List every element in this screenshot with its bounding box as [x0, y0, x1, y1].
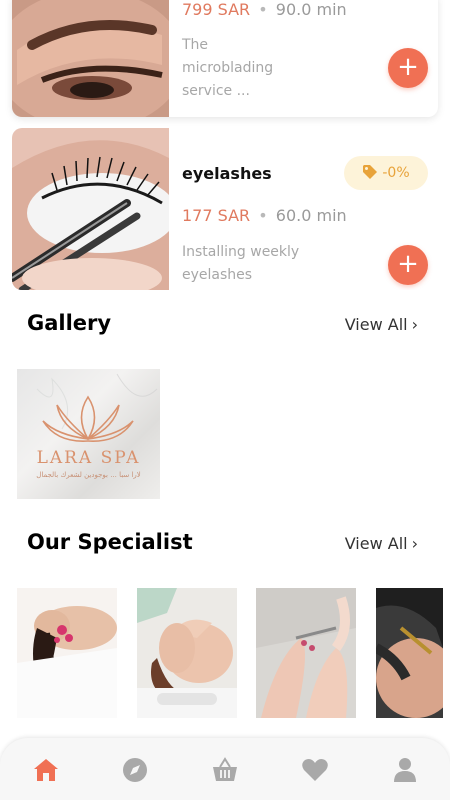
- view-all-label: View All: [344, 315, 408, 334]
- gallery-logo-text: LARA SPA: [36, 448, 141, 468]
- service-image-microblading: [12, 0, 169, 117]
- service-card-eyelashes[interactable]: eyelashes -0% 177 SAR • 60.0 min Install…: [12, 128, 438, 290]
- gallery-view-all-link[interactable]: View All ›: [345, 315, 418, 334]
- heart-icon: [302, 759, 328, 781]
- service-card-microblading[interactable]: 799 SAR • 90.0 min The microblading serv…: [12, 0, 438, 117]
- service-title: eyelashes: [182, 164, 272, 183]
- tag-icon: [363, 165, 378, 179]
- chevron-right-icon: ›: [411, 315, 418, 334]
- view-all-label: View All: [344, 534, 408, 553]
- discount-value: -0%: [382, 165, 410, 181]
- specialist-card[interactable]: [17, 588, 117, 718]
- nav-explore[interactable]: [121, 756, 149, 784]
- specialist-photo: [17, 588, 117, 718]
- gallery-title: Gallery: [27, 311, 112, 335]
- discount-badge: -0%: [344, 156, 428, 190]
- specialists-title: Our Specialist: [27, 530, 193, 554]
- service-price-row: 799 SAR • 90.0 min: [182, 0, 347, 19]
- service-price-row: 177 SAR • 60.0 min: [182, 206, 347, 225]
- service-price: 177 SAR: [182, 206, 251, 225]
- nav-home[interactable]: [32, 756, 60, 784]
- chevron-right-icon: ›: [411, 534, 418, 553]
- profile-icon: [394, 758, 416, 782]
- specialist-photo: [376, 588, 443, 718]
- add-to-cart-button[interactable]: +: [388, 48, 428, 88]
- service-image-eyelashes: [12, 128, 169, 290]
- specialist-card[interactable]: [256, 588, 356, 718]
- specialist-photo: [256, 588, 356, 718]
- specialist-card[interactable]: [376, 588, 443, 718]
- service-duration: 90.0 min: [275, 0, 347, 19]
- add-to-cart-button[interactable]: +: [388, 245, 428, 285]
- lotus-logo-icon: [36, 373, 158, 442]
- nav-cart[interactable]: [211, 756, 239, 784]
- separator-dot: •: [258, 206, 268, 225]
- specialist-photo: [137, 588, 237, 718]
- service-duration: 60.0 min: [275, 206, 347, 225]
- home-icon: [34, 759, 58, 781]
- service-price: 799 SAR: [182, 0, 251, 19]
- gallery-logo-subtitle: لارا سبا ... بوجودين لشعرك بالجمال: [36, 471, 141, 479]
- service-description: The microblading service ...: [182, 37, 274, 99]
- nav-favorites[interactable]: [301, 756, 329, 784]
- gallery-item[interactable]: LARA SPA لارا سبا ... بوجودين لشعرك بالج…: [17, 369, 160, 499]
- specialist-card[interactable]: [137, 588, 237, 718]
- service-description: Installing weekly eyelashes: [182, 244, 300, 283]
- compass-icon: [123, 758, 147, 782]
- specialists-view-all-link[interactable]: View All ›: [345, 534, 418, 553]
- bottom-nav: [0, 738, 450, 800]
- basket-icon: [213, 757, 237, 781]
- separator-dot: •: [258, 0, 268, 19]
- nav-profile[interactable]: [391, 756, 419, 784]
